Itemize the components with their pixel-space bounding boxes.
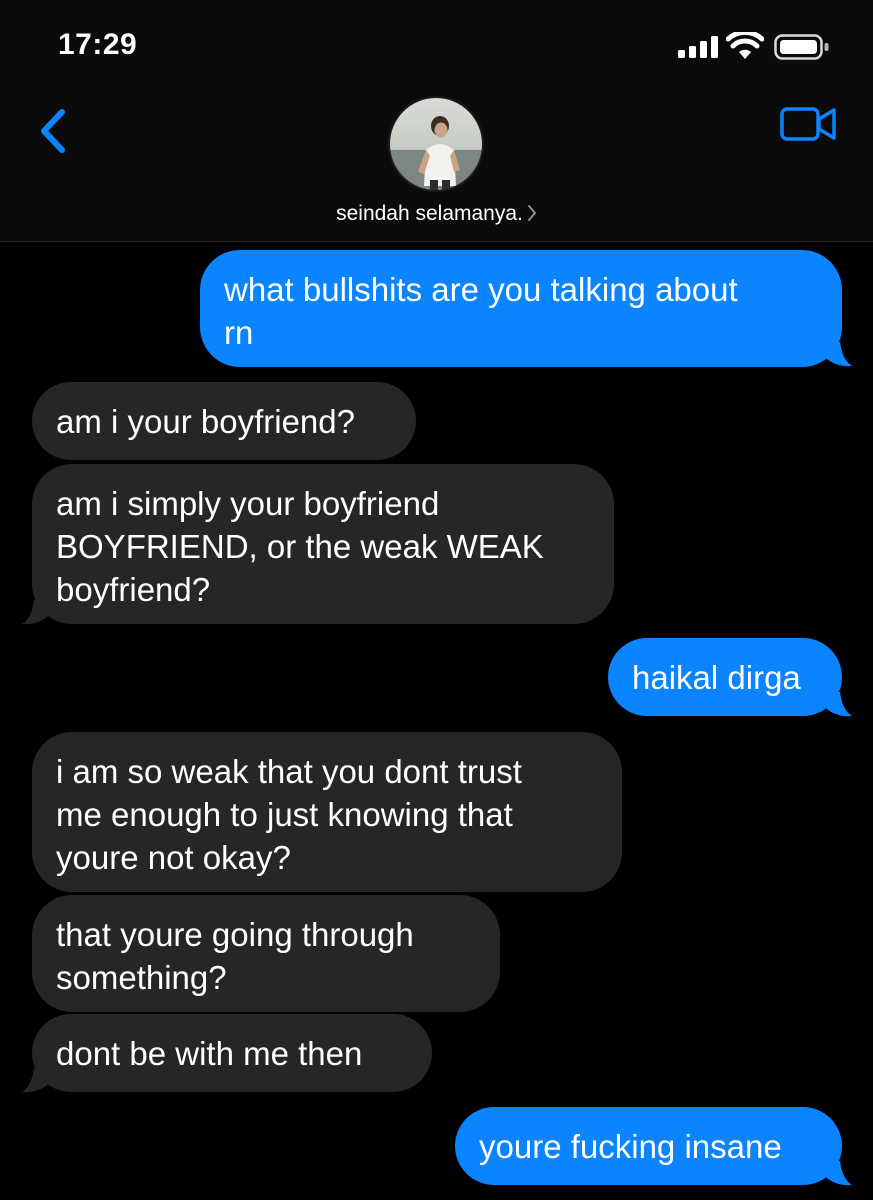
cellular-signal-icon: [678, 36, 718, 58]
message-line: me enough to just knowing that: [56, 796, 513, 833]
message-line: am i your boyfriend?: [56, 403, 355, 440]
message-bubble-incoming[interactable]: am i simply your boyfriend BOYFRIEND, or…: [32, 464, 614, 624]
battery-icon: [774, 34, 829, 60]
back-button[interactable]: [30, 100, 74, 160]
message-line: something?: [56, 959, 227, 996]
message-bubble-outgoing[interactable]: youre fucking insane: [455, 1107, 842, 1185]
message-bubble-incoming[interactable]: that youre going through something?: [32, 895, 500, 1012]
contact-name: seindah selamanya.: [336, 202, 523, 225]
message-thread[interactable]: what bullshits are you talking about rn …: [0, 242, 873, 1200]
bubble-tail: [822, 1161, 852, 1186]
message-bubble-incoming[interactable]: dont be with me then: [32, 1014, 432, 1092]
message-line: am i simply your boyfriend: [56, 485, 440, 522]
message-line: rn: [224, 314, 254, 351]
message-bubble-outgoing[interactable]: what bullshits are you talking about rn: [200, 250, 842, 367]
bubble-tail: [822, 692, 852, 717]
contact-avatar[interactable]: [388, 96, 484, 192]
conversation-header: seindah selamanya.: [0, 90, 873, 242]
bubble-tail: [22, 600, 52, 625]
status-time: 17:29: [58, 28, 138, 61]
message-bubble-outgoing[interactable]: haikal dirga: [608, 638, 842, 716]
message-line: boyfriend?: [56, 571, 211, 608]
wifi-icon: [726, 32, 764, 59]
message-line: youre fucking insane: [479, 1128, 782, 1165]
bubble-tail: [822, 342, 852, 367]
message-line: i am so weak that you dont trust: [56, 753, 522, 790]
message-line: dont be with me then: [56, 1035, 363, 1072]
chevron-right-icon: [527, 205, 536, 221]
message-line: BOYFRIEND, or the weak WEAK: [56, 528, 544, 565]
video-call-button[interactable]: [778, 104, 840, 144]
contact-name-button[interactable]: seindah selamanya.: [0, 202, 873, 226]
message-line: youre not okay?: [56, 839, 291, 876]
status-bar: 17:29: [0, 0, 873, 90]
bubble-tail: [22, 1068, 52, 1093]
message-line: what bullshits are you talking about: [224, 271, 738, 308]
message-line: that youre going through: [56, 916, 414, 953]
message-line: haikal dirga: [632, 659, 801, 696]
message-bubble-incoming[interactable]: am i your boyfriend?: [32, 382, 416, 460]
avatar-photo: [390, 98, 482, 190]
message-bubble-incoming[interactable]: i am so weak that you dont trust me enou…: [32, 732, 622, 892]
